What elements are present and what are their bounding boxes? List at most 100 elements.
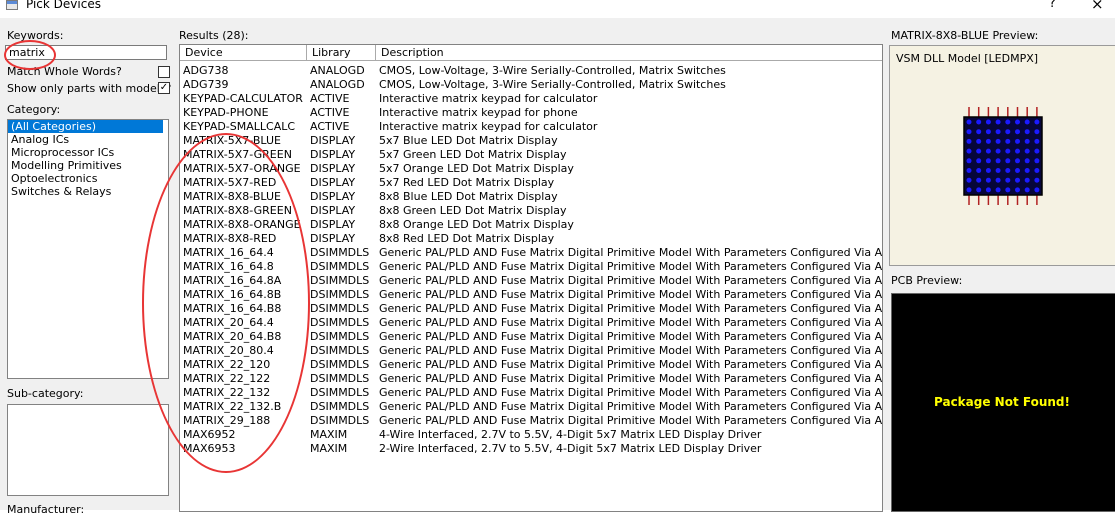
library-cell: MAXIM bbox=[310, 442, 348, 455]
led-dot bbox=[995, 138, 1001, 144]
result-row[interactable]: MATRIX-5X7-RED DISPLAY 5x7 Red LED Dot Mat… bbox=[180, 176, 882, 190]
description-cell: Generic PAL/PLD AND Fuse Matrix Digital … bbox=[379, 400, 883, 413]
library-cell: DSIMMDLS bbox=[310, 400, 370, 413]
result-row[interactable]: MATRIX_16_64.4 DSIMMDLS Generic PAL/PLD AN… bbox=[180, 246, 882, 260]
device-cell: MATRIX_20_64.B8 bbox=[183, 330, 282, 343]
window-title: Pick Devices bbox=[26, 0, 101, 11]
result-row[interactable]: MATRIX_22_120 DSIMMDLS Generic PAL/PLD AND… bbox=[180, 358, 882, 372]
result-row[interactable]: MATRIX_22_132.B DSIMMDLS Generic PAL/PLD A… bbox=[180, 400, 882, 414]
description-cell: Generic PAL/PLD AND Fuse Matrix Digital … bbox=[379, 316, 883, 329]
result-row[interactable]: ADG739 ANALOGD CMOS, Low-Voltage, 3-Wire S… bbox=[180, 78, 882, 92]
results-table[interactable]: Device Library Description ADG738 ANALOGD… bbox=[179, 44, 883, 512]
description-cell: Interactive matrix keypad for calculator bbox=[379, 92, 598, 105]
led-dot bbox=[1034, 177, 1040, 183]
led-dot bbox=[995, 177, 1001, 183]
help-button[interactable]: ? bbox=[1049, 0, 1056, 11]
category-item[interactable]: (All Categories) bbox=[8, 120, 163, 133]
result-row[interactable]: MATRIX_16_64.8 DSIMMDLS Generic PAL/PLD AN… bbox=[180, 260, 882, 274]
match-whole-label: Match Whole Words? bbox=[7, 65, 122, 78]
library-cell: DSIMMDLS bbox=[310, 288, 370, 301]
column-header-device[interactable]: Device bbox=[180, 45, 307, 61]
category-list[interactable]: (All Categories) Analog ICs Microprocess… bbox=[7, 119, 169, 379]
description-cell: Generic PAL/PLD AND Fuse Matrix Digital … bbox=[379, 246, 883, 259]
library-cell: ANALOGD bbox=[310, 64, 365, 77]
column-header-library[interactable]: Library bbox=[307, 45, 376, 61]
result-row[interactable]: MATRIX_22_132 DSIMMDLS Generic PAL/PLD AND… bbox=[180, 386, 882, 400]
description-cell: 5x7 Blue LED Dot Matrix Display bbox=[379, 134, 558, 147]
device-cell: MATRIX_20_80.4 bbox=[183, 344, 274, 357]
result-row[interactable]: MATRIX_16_64.B8 DSIMMDLS Generic PAL/PLD A… bbox=[180, 302, 882, 316]
device-cell: KEYPAD-PHONE bbox=[183, 106, 269, 119]
result-row[interactable]: MATRIX_16_64.8B DSIMMDLS Generic PAL/PLD A… bbox=[180, 288, 882, 302]
device-cell: MATRIX_20_64.4 bbox=[183, 316, 274, 329]
library-cell: DSIMMDLS bbox=[310, 316, 370, 329]
result-row[interactable]: MATRIX_20_64.B8 DSIMMDLS Generic PAL/PLD A… bbox=[180, 330, 882, 344]
library-cell: DSIMMDLS bbox=[310, 414, 370, 427]
led-dot bbox=[1034, 119, 1040, 125]
result-row[interactable]: MATRIX_20_80.4 DSIMMDLS Generic PAL/PLD AN… bbox=[180, 344, 882, 358]
device-cell: MATRIX-8X8-GREEN bbox=[183, 204, 292, 217]
result-row[interactable]: MATRIX_29_188 DSIMMDLS Generic PAL/PLD AND… bbox=[180, 414, 882, 428]
led-dot bbox=[995, 168, 1001, 173]
device-cell: ADG739 bbox=[183, 78, 229, 91]
led-dot bbox=[976, 119, 982, 125]
device-cell: KEYPAD-CALCULATOR bbox=[183, 92, 303, 105]
result-row[interactable]: KEYPAD-PHONE ACTIVE Interactive matrix key… bbox=[180, 106, 882, 120]
description-cell: 2-Wire Interfaced, 2.7V to 5.5V, 4-Digit… bbox=[379, 442, 762, 455]
result-row[interactable]: KEYPAD-CALCULATOR ACTIVE Interactive matri… bbox=[180, 92, 882, 106]
library-cell: DSIMMDLS bbox=[310, 358, 370, 371]
device-cell: MATRIX_16_64.B8 bbox=[183, 302, 282, 315]
result-row[interactable]: MATRIX-5X7-GREEN DISPLAY 5x7 Green LED Dot… bbox=[180, 148, 882, 162]
led-dot bbox=[1024, 148, 1030, 154]
title-bar bbox=[0, 0, 1115, 14]
result-row[interactable]: MATRIX-5X7-BLUE DISPLAY 5x7 Blue LED Dot M… bbox=[180, 134, 882, 148]
schematic-preview: VSM DLL Model [LEDMPX] bbox=[889, 45, 1115, 266]
description-cell: 8x8 Green LED Dot Matrix Display bbox=[379, 204, 567, 217]
led-dot bbox=[985, 177, 991, 183]
description-cell: Generic PAL/PLD AND Fuse Matrix Digital … bbox=[379, 372, 883, 385]
result-row[interactable]: MATRIX-8X8-BLUE DISPLAY 8x8 Blue LED Dot M… bbox=[180, 190, 882, 204]
result-row[interactable]: MATRIX-8X8-RED DISPLAY 8x8 Red LED Dot Mat… bbox=[180, 232, 882, 246]
result-row[interactable]: KEYPAD-SMALLCALC ACTIVE Interactive matrix… bbox=[180, 120, 882, 134]
result-row[interactable]: MATRIX-8X8-GREEN DISPLAY 8x8 Green LED Dot… bbox=[180, 204, 882, 218]
library-cell: DSIMMDLS bbox=[310, 246, 370, 259]
close-button[interactable]: × bbox=[1091, 0, 1104, 13]
column-header-description[interactable]: Description bbox=[376, 45, 882, 61]
led-dot bbox=[966, 177, 972, 183]
led-dot bbox=[1005, 119, 1011, 125]
result-row[interactable]: ADG738 ANALOGD CMOS, Low-Voltage, 3-Wire S… bbox=[180, 64, 882, 78]
category-item[interactable]: Optoelectronics bbox=[8, 172, 168, 185]
result-row[interactable]: MAX6952 MAXIM 4-Wire Interfaced, 2.7V to 5… bbox=[180, 428, 882, 442]
device-cell: ADG738 bbox=[183, 64, 229, 77]
category-item[interactable]: Switches & Relays bbox=[8, 185, 168, 198]
led-dot bbox=[1005, 177, 1011, 183]
description-cell: Interactive matrix keypad for calculator bbox=[379, 120, 598, 133]
show-models-checkbox[interactable]: ✓ bbox=[158, 82, 170, 94]
result-row[interactable]: MATRIX_16_64.8A DSIMMDLS Generic PAL/PLD A… bbox=[180, 274, 882, 288]
device-cell: MAX6952 bbox=[183, 428, 236, 441]
match-whole-checkbox[interactable] bbox=[158, 66, 170, 78]
category-item[interactable]: Microprocessor ICs bbox=[8, 146, 168, 159]
led-dot bbox=[1024, 129, 1030, 135]
led-dot bbox=[995, 119, 1001, 125]
device-cell: MATRIX-8X8-RED bbox=[183, 232, 277, 245]
led-dot bbox=[1015, 138, 1020, 144]
result-row[interactable]: MATRIX_20_64.4 DSIMMDLS Generic PAL/PLD AN… bbox=[180, 316, 882, 330]
description-cell: 8x8 Red LED Dot Matrix Display bbox=[379, 232, 555, 245]
result-row[interactable]: MATRIX_22_122 DSIMMDLS Generic PAL/PLD AND… bbox=[180, 372, 882, 386]
keywords-input[interactable] bbox=[5, 45, 167, 60]
library-cell: ACTIVE bbox=[310, 120, 350, 133]
category-item[interactable]: Modelling Primitives bbox=[8, 159, 168, 172]
led-dot bbox=[976, 177, 982, 183]
subcategory-list[interactable] bbox=[7, 404, 169, 496]
category-item[interactable]: Analog ICs bbox=[8, 133, 168, 146]
description-cell: CMOS, Low-Voltage, 3-Wire Serially-Contr… bbox=[379, 78, 726, 91]
library-cell: DSIMMDLS bbox=[310, 386, 370, 399]
library-cell: DSIMMDLS bbox=[310, 372, 370, 385]
result-row[interactable]: MATRIX-5X7-ORANGE DISPLAY 5x7 Orange LED D… bbox=[180, 162, 882, 176]
result-row[interactable]: MATRIX-8X8-ORANGE DISPLAY 8x8 Orange LED D… bbox=[180, 218, 882, 232]
device-cell: MATRIX-5X7-RED bbox=[183, 176, 277, 189]
library-cell: DISPLAY bbox=[310, 204, 356, 217]
device-cell: MATRIX-5X7-BLUE bbox=[183, 134, 281, 147]
result-row[interactable]: MAX6953 MAXIM 2-Wire Interfaced, 2.7V to 5… bbox=[180, 442, 882, 456]
